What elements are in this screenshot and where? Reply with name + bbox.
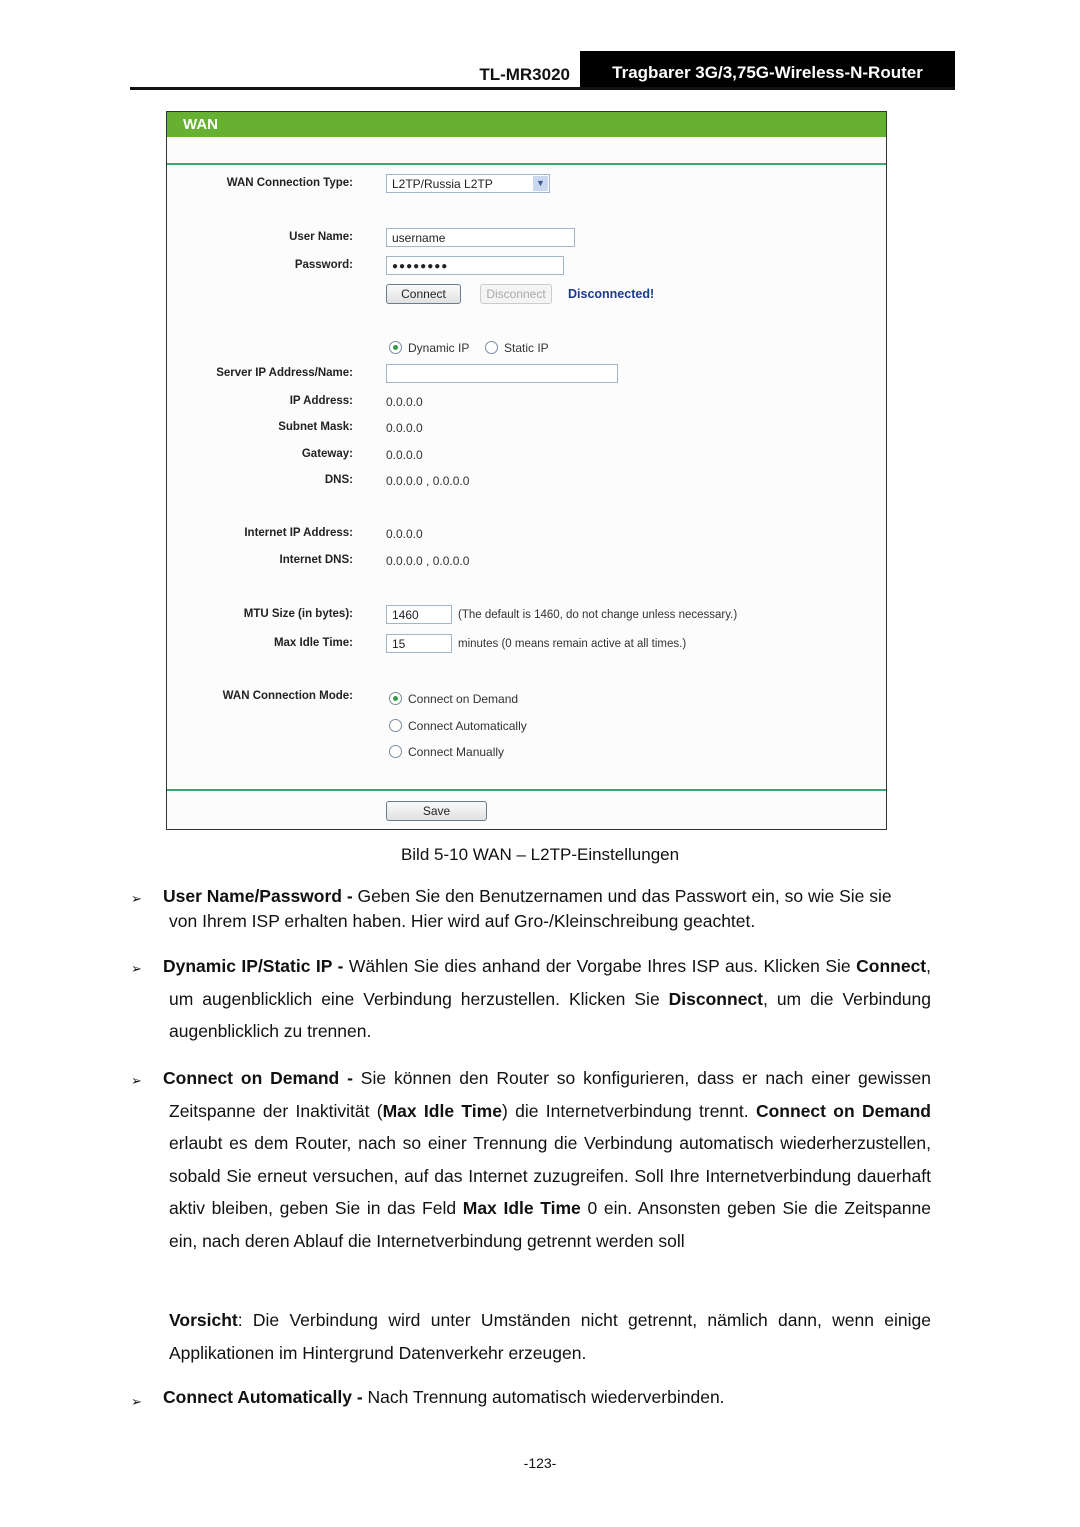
subnet-mask-label: Subnet Mask: [278, 421, 353, 433]
internet-dns-label: Internet DNS: [279, 554, 353, 566]
connection-status: Disconnected! [568, 287, 655, 301]
bullet-arrow-icon: ➢ [131, 1394, 142, 1409]
wan-connection-type-select[interactable]: L2TP/Russia L2TP ▼ [386, 174, 550, 193]
internet-ip-value: 0.0.0.0 [386, 527, 423, 541]
section-title-bar: WAN [167, 112, 886, 137]
bullet-connect-automatically: Connect Automatically - Nach Trennung au… [163, 1387, 725, 1407]
max-idle-label: Max Idle Time: [273, 637, 353, 649]
password-label: Password: [294, 259, 353, 271]
bullet-arrow-icon: ➢ [131, 891, 142, 906]
gateway-label: Gateway: [301, 448, 353, 460]
bullet-connect-on-demand: Connect on Demand - Sie können den Route… [163, 1068, 931, 1251]
bullet-user-password: User Name/Password - Geben Sie den Benut… [163, 886, 892, 931]
wan-settings-screenshot: WAN WAN Connection Type: L2TP/Russia L2T… [166, 111, 887, 830]
bullet-dynamic-static-ip: Dynamic IP/Static IP - Wählen Sie dies a… [163, 956, 931, 1041]
ip-address-label: IP Address: [289, 395, 353, 407]
radio-connect-manually[interactable]: Connect Manually [389, 745, 504, 759]
radio-unselected-icon [389, 719, 402, 732]
page-number: -123- [523, 1455, 557, 1471]
caution-note: Vorsicht: Die Verbindung wird unter Umst… [169, 1310, 931, 1363]
dns-label: DNS: [324, 474, 353, 486]
radio-unselected-icon [485, 341, 498, 354]
bullet-arrow-icon: ➢ [131, 961, 142, 976]
max-idle-input[interactable]: 15 [386, 634, 452, 653]
connect-button[interactable]: Connect [386, 284, 461, 304]
user-name-input[interactable]: username [386, 228, 575, 247]
radio-unselected-icon [389, 745, 402, 758]
radio-static-ip[interactable]: Static IP [485, 341, 549, 355]
connection-mode-label: WAN Connection Mode: [222, 690, 353, 702]
internet-dns-value: 0.0.0.0 , 0.0.0.0 [386, 554, 470, 568]
radio-connect-on-demand[interactable]: Connect on Demand [389, 692, 518, 706]
radio-dynamic-ip[interactable]: Dynamic IP [389, 341, 469, 355]
dns-value: 0.0.0.0 , 0.0.0.0 [386, 474, 470, 488]
disconnect-button[interactable]: Disconnect [480, 284, 552, 304]
figure-caption: Bild 5-10 WAN – L2TP-Einstellungen [400, 845, 680, 864]
divider [167, 789, 886, 791]
divider [167, 163, 886, 165]
ip-address-value: 0.0.0.0 [386, 395, 423, 409]
section-title: WAN [183, 116, 218, 133]
mtu-input[interactable]: 1460 [386, 605, 452, 624]
server-ip-label: Server IP Address/Name: [216, 367, 353, 379]
page-header: TL-MR3020 Tragbarer 3G/3,75G-Wireless-N-… [130, 51, 955, 90]
user-name-label: User Name: [289, 231, 353, 243]
model-name: TL-MR3020 [479, 65, 570, 84]
chevron-down-icon[interactable]: ▼ [533, 176, 548, 191]
radio-connect-automatically[interactable]: Connect Automatically [389, 719, 527, 733]
header-title: Tragbarer 3G/3,75G-Wireless-N-Router [580, 51, 955, 87]
max-idle-hint: minutes (0 means remain active at all ti… [458, 638, 687, 650]
subnet-mask-value: 0.0.0.0 [386, 421, 423, 435]
mtu-label: MTU Size (in bytes): [243, 608, 353, 620]
mtu-hint: (The default is 1460, do not change unle… [458, 609, 738, 621]
radio-selected-icon [389, 692, 402, 705]
bullet-arrow-icon: ➢ [131, 1073, 142, 1088]
wan-connection-type-value: L2TP/Russia L2TP [392, 177, 493, 191]
server-ip-input[interactable] [386, 364, 618, 383]
internet-ip-label: Internet IP Address: [244, 527, 353, 539]
wan-connection-type-label: WAN Connection Type: [226, 177, 353, 189]
radio-selected-icon [389, 341, 402, 354]
save-button[interactable]: Save [386, 801, 487, 821]
gateway-value: 0.0.0.0 [386, 448, 423, 462]
password-input[interactable]: ●●●●●●●● [386, 256, 564, 275]
